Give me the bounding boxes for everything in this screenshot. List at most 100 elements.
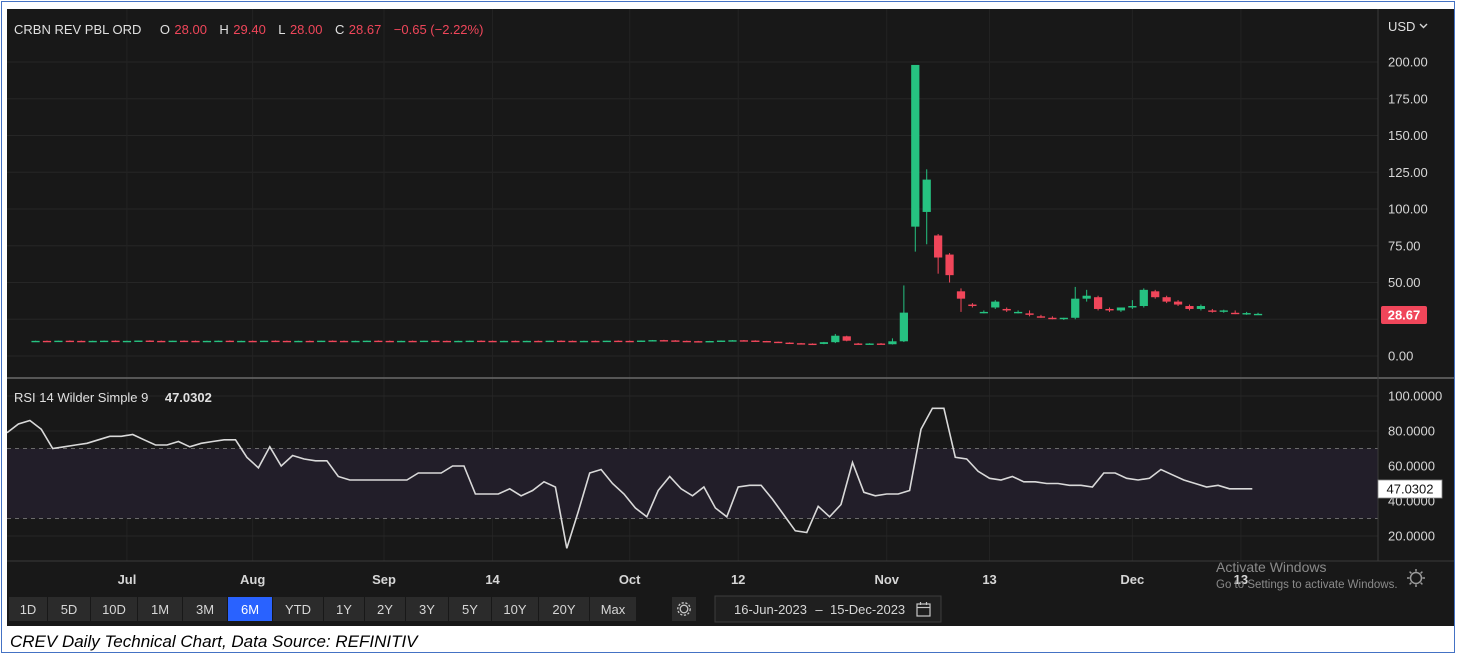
candle xyxy=(408,340,417,343)
candle-body xyxy=(134,340,143,342)
date-range-picker[interactable]: 16-Jun-2023 – 15-Dec-2023 xyxy=(714,595,942,623)
range-button-label[interactable]: 10D xyxy=(102,602,126,617)
candle-body xyxy=(317,340,326,343)
range-button-5d[interactable]: 5D xyxy=(48,597,90,621)
range-button-label[interactable]: 6M xyxy=(241,602,259,617)
currency-selector[interactable]: USD xyxy=(1388,19,1428,34)
candle xyxy=(1208,308,1217,313)
range-button-label[interactable]: 1D xyxy=(20,602,37,617)
range-button-3y[interactable]: 3Y xyxy=(406,597,448,621)
low-label: L xyxy=(278,22,285,37)
candle-body xyxy=(648,340,657,342)
candle xyxy=(739,339,749,342)
candle xyxy=(602,340,611,343)
rsi-tick-label: 80.0000 xyxy=(1388,424,1435,439)
candle-body xyxy=(888,341,897,345)
chevron-down-icon[interactable] xyxy=(1419,23,1428,29)
range-button-label[interactable]: 1M xyxy=(151,602,169,617)
time-tick-label: 13 xyxy=(982,572,996,587)
chart-settings-icon[interactable] xyxy=(1407,569,1425,587)
candle xyxy=(374,340,383,343)
range-button-max[interactable]: Max xyxy=(590,597,636,621)
range-button-label[interactable]: 5Y xyxy=(462,602,478,617)
range-button-label[interactable]: YTD xyxy=(285,602,311,617)
candle xyxy=(317,340,326,343)
candle-body xyxy=(785,342,794,345)
candle-body xyxy=(1036,316,1046,318)
candle-body xyxy=(1208,310,1217,312)
range-button-label[interactable]: Max xyxy=(601,602,626,617)
candle-body xyxy=(408,340,417,343)
candle-body xyxy=(774,341,783,344)
candle-body xyxy=(237,340,246,343)
range-button-label[interactable]: 5D xyxy=(61,602,78,617)
candle xyxy=(1048,316,1057,320)
range-button-label[interactable]: 10Y xyxy=(503,602,526,617)
candle xyxy=(77,340,86,343)
range-button-label[interactable]: 3M xyxy=(196,602,214,617)
range-button-1d[interactable]: 1D xyxy=(9,597,47,621)
rsi-value: 47.0302 xyxy=(165,390,212,405)
range-button-label[interactable]: 3Y xyxy=(419,602,435,617)
candle-body xyxy=(511,340,520,343)
open-value: 28.00 xyxy=(174,22,207,37)
candle xyxy=(785,342,794,345)
candle-body xyxy=(111,340,120,343)
date-range-start[interactable]: 16-Jun-2023 xyxy=(734,602,807,617)
candle xyxy=(796,342,806,345)
rsi-axis: 100.000080.000060.000040.000020.0000 xyxy=(1388,389,1442,544)
candle xyxy=(648,339,657,342)
currency-label[interactable]: USD xyxy=(1388,19,1415,34)
range-button-ytd[interactable]: YTD xyxy=(273,597,323,621)
candle-body xyxy=(397,340,406,343)
range-settings-bg[interactable] xyxy=(672,597,696,621)
candles xyxy=(31,64,1263,346)
range-button-label[interactable]: 20Y xyxy=(552,602,575,617)
candle-body xyxy=(1093,297,1103,309)
candle xyxy=(88,340,97,343)
candle-body xyxy=(351,340,360,343)
candle xyxy=(454,340,463,343)
range-button-1y[interactable]: 1Y xyxy=(324,597,364,621)
candle xyxy=(591,340,600,343)
candle xyxy=(225,340,234,343)
range-button-label[interactable]: 2Y xyxy=(377,602,393,617)
range-button-3m[interactable]: 3M xyxy=(183,597,227,621)
figure-caption: CREV Daily Technical Chart, Data Source:… xyxy=(10,632,418,651)
candle-body xyxy=(1231,312,1240,315)
candle-body xyxy=(339,340,349,343)
candle xyxy=(385,340,394,343)
rsi-label: RSI 14 Wilder Simple 9 xyxy=(14,390,148,405)
candle-body xyxy=(328,340,337,343)
range-button-10d[interactable]: 10D xyxy=(91,597,137,621)
candle-body xyxy=(54,340,63,343)
candle-body xyxy=(1128,306,1137,308)
candle-body xyxy=(1151,291,1160,298)
candle-body xyxy=(1139,289,1148,307)
range-button-1m[interactable]: 1M xyxy=(138,597,182,621)
range-button-label[interactable]: 1Y xyxy=(336,602,352,617)
candle xyxy=(282,340,292,343)
candle-body xyxy=(179,340,189,343)
candle-body xyxy=(625,340,634,343)
candle xyxy=(934,233,943,274)
last-price-badge-text: 28.67 xyxy=(1388,308,1421,323)
candle-body xyxy=(294,340,303,343)
candle-body xyxy=(122,340,132,343)
candle xyxy=(442,340,451,343)
candle xyxy=(1013,310,1023,314)
range-settings-button[interactable] xyxy=(672,597,696,621)
range-button-20y[interactable]: 20Y xyxy=(539,597,589,621)
candle xyxy=(854,342,863,345)
candle-body xyxy=(751,340,760,342)
range-button-6m[interactable]: 6M xyxy=(228,597,272,621)
date-range-end[interactable]: 15-Dec-2023 xyxy=(830,602,905,617)
chart-svg[interactable]: 200.00 175.00 150.00 125.00 100.00 75.00 50.00… xyxy=(6,9,1454,626)
candle-body xyxy=(568,340,577,343)
candle-body xyxy=(945,254,954,276)
candle-body xyxy=(282,340,292,343)
range-button-2y[interactable]: 2Y xyxy=(365,597,405,621)
range-button-10y[interactable]: 10Y xyxy=(492,597,538,621)
range-button-5y[interactable]: 5Y xyxy=(449,597,491,621)
candle xyxy=(1082,289,1091,302)
